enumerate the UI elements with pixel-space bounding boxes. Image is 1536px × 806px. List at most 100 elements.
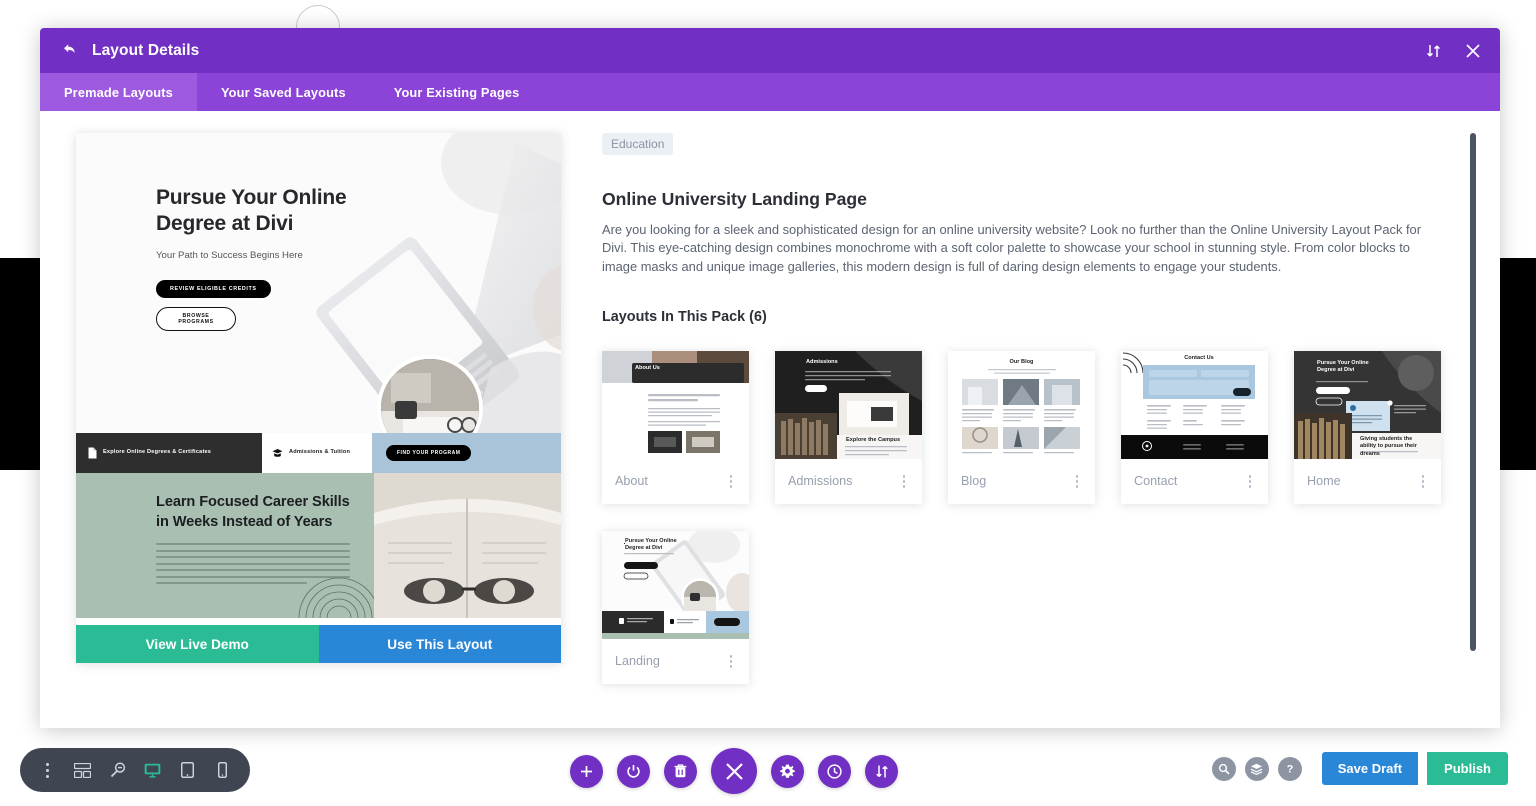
preview-feature-band: Explore Online Degrees & Certificates Ad… — [76, 433, 561, 473]
layout-thumbnail-contact: Contact Us — [1121, 351, 1268, 459]
preview-review-credits-button[interactable]: REVIEW ELIGIBLE CREDITS — [156, 280, 271, 298]
toolbar-more-options-button[interactable] — [30, 748, 65, 792]
vertical-dots-icon[interactable] — [724, 475, 738, 488]
layout-card-landing[interactable]: Pursue Your Online Degree at Divi Landin… — [602, 531, 749, 684]
layout-thumbnail-sub-home: Giving students the ability to pursue th… — [1360, 436, 1424, 459]
preview-split-section: Learn Focused Career Skills in Weeks Ins… — [76, 473, 561, 618]
preview-arc-decoration — [294, 558, 384, 618]
preview-hero-subheading: Your Path to Success Begins Here — [156, 250, 406, 261]
layout-name-landing: Landing — [615, 654, 660, 668]
layouts-in-pack-heading: Layouts In This Pack (6) — [602, 309, 1450, 325]
zoom-out-icon — [110, 762, 126, 778]
preview-band-col-admissions[interactable]: Admissions & Tuition — [262, 433, 372, 473]
layout-card-footer-home: Home — [1294, 459, 1441, 504]
layout-card-footer-admissions: Admissions — [775, 459, 922, 504]
detail-scrollbar-thumb[interactable] — [1470, 133, 1476, 651]
toolbar-zoom-out-button[interactable] — [100, 748, 135, 792]
vertical-dots-icon[interactable] — [1070, 475, 1084, 488]
layout-thumbnail-title-contact: Contact Us — [1143, 355, 1255, 361]
toolbar-tablet-view-button[interactable] — [170, 748, 205, 792]
tab-your-saved-layouts[interactable]: Your Saved Layouts — [197, 73, 370, 111]
close-x-icon — [725, 762, 744, 781]
help-icon[interactable]: ? — [1278, 757, 1302, 781]
trash-icon — [674, 764, 687, 778]
modal-tabs: Premade Layouts Your Saved Layouts Your … — [40, 73, 1500, 111]
use-this-layout-button[interactable]: Use This Layout — [319, 625, 562, 663]
layout-pack-title: Online University Landing Page — [602, 189, 1450, 210]
tab-premade-layouts[interactable]: Premade Layouts — [40, 73, 197, 111]
toggle-editor-button[interactable] — [617, 755, 650, 788]
layout-name-home: Home — [1307, 474, 1341, 488]
graduation-cap-icon — [272, 448, 283, 459]
document-icon — [88, 447, 97, 459]
layout-thumbnail-blog: Our Blog — [948, 351, 1095, 459]
layout-card-about[interactable]: About Us About — [602, 351, 749, 504]
layout-thumbnail-home: Pursue Your Online Degree at Divi Giving… — [1294, 351, 1441, 459]
layout-card-admissions[interactable]: Admissions Explore the Campus Admissions — [775, 351, 922, 504]
portability-button[interactable] — [865, 755, 898, 788]
modal-header: Layout Details — [40, 28, 1500, 73]
detail-scrollbar-track[interactable] — [1470, 133, 1476, 673]
editor-view-toolbar — [20, 748, 250, 792]
toolbar-wireframe-button[interactable] — [65, 748, 100, 792]
layouts-grid: About Us About — [602, 351, 1450, 684]
layout-name-admissions: Admissions — [788, 474, 852, 488]
layout-preview-column: Pursue Your Online Degree at Divi Your P… — [76, 133, 562, 728]
preview-band-col-degrees[interactable]: Explore Online Degrees & Certificates — [76, 433, 262, 473]
preview-browse-programs-button[interactable]: BROWSE PROGRAMS — [156, 307, 236, 331]
add-section-button[interactable] — [570, 755, 603, 788]
layout-card-home[interactable]: Pursue Your Online Degree at Divi Giving… — [1294, 351, 1441, 504]
preview-find-your-program-button[interactable]: FIND YOUR PROGRAM — [386, 445, 471, 461]
search-icon[interactable] — [1212, 757, 1236, 781]
wireframe-icon — [74, 763, 91, 778]
view-live-demo-button[interactable]: View Live Demo — [76, 625, 319, 663]
layout-thumbnail-admissions: Admissions Explore the Campus — [775, 351, 922, 459]
close-toolbar-button[interactable] — [711, 748, 757, 794]
preview-band-col-program: FIND YOUR PROGRAM — [372, 433, 561, 473]
layout-card-blog[interactable]: Our Blog Blog — [948, 351, 1095, 504]
publish-button[interactable]: Publish — [1427, 752, 1508, 785]
category-badge[interactable]: Education — [602, 133, 673, 155]
toolbar-phone-view-button[interactable] — [205, 748, 240, 792]
editor-main-toolbar — [570, 748, 898, 794]
tablet-icon — [181, 762, 194, 778]
editor-settings-button[interactable] — [771, 755, 804, 788]
layers-icon[interactable] — [1245, 757, 1269, 781]
preview-split-green: Learn Focused Career Skills in Weeks Ins… — [76, 473, 374, 618]
preview-split-book-image — [374, 473, 561, 618]
gear-icon — [780, 764, 795, 779]
modal-body: Pursue Your Online Degree at Divi Your P… — [40, 111, 1500, 728]
sort-updown-icon[interactable] — [1424, 42, 1442, 60]
layout-name-blog: Blog — [961, 474, 986, 488]
layout-thumbnail-title-about: About Us — [635, 365, 660, 371]
preview-hero-heading: Pursue Your Online Degree at Divi — [156, 185, 406, 238]
layout-preview-card: Pursue Your Online Degree at Divi Your P… — [76, 133, 561, 663]
vertical-dots-icon[interactable] — [897, 475, 911, 488]
preview-hero-text: Pursue Your Online Degree at Divi Your P… — [156, 185, 406, 331]
layout-thumbnail-sub-admissions: Explore the Campus — [846, 437, 900, 443]
preview-band-label-admissions: Admissions & Tuition — [289, 449, 350, 457]
history-icon — [827, 764, 842, 779]
save-draft-button[interactable]: Save Draft — [1322, 752, 1418, 785]
tab-your-existing-pages[interactable]: Your Existing Pages — [370, 73, 544, 111]
vertical-dots-icon[interactable] — [1416, 475, 1430, 488]
layout-card-footer-about: About — [602, 459, 749, 504]
back-arrow-icon[interactable] — [58, 41, 78, 61]
modal-header-actions — [1424, 42, 1482, 60]
vertical-dots-icon[interactable] — [1243, 475, 1257, 488]
layout-thumbnail-title-home: Pursue Your Online Degree at Divi — [1317, 360, 1385, 375]
editing-history-button[interactable] — [818, 755, 851, 788]
background-black-band-left — [0, 258, 44, 470]
phone-icon — [218, 762, 227, 778]
plus-icon — [580, 765, 593, 778]
sort-updown-icon — [875, 764, 889, 779]
layout-thumbnail-about: About Us — [602, 351, 749, 459]
delete-layout-button[interactable] — [664, 755, 697, 788]
layout-preview-canvas: Pursue Your Online Degree at Divi Your P… — [76, 133, 561, 625]
layout-card-footer-landing: Landing — [602, 639, 749, 684]
close-icon[interactable] — [1464, 42, 1482, 60]
layout-card-contact[interactable]: Contact Us Contact — [1121, 351, 1268, 504]
layout-card-footer-blog: Blog — [948, 459, 1095, 504]
toolbar-desktop-view-button[interactable] — [135, 748, 170, 792]
vertical-dots-icon[interactable] — [724, 655, 738, 668]
